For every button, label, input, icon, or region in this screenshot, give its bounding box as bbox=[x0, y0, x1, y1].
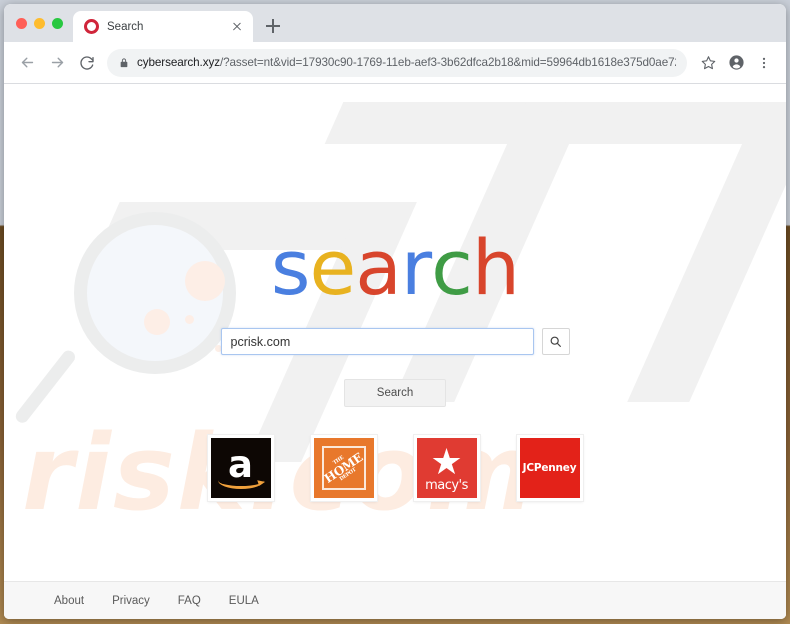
profile-avatar-icon[interactable] bbox=[723, 50, 749, 76]
arrow-right-icon[interactable] bbox=[43, 49, 71, 77]
amazon-smile-icon bbox=[217, 472, 264, 489]
logo-letter-h: h bbox=[471, 223, 520, 312]
home-depot-logo-icon: THE HOME DEPOT bbox=[313, 438, 374, 498]
address-bar[interactable]: cybersearch.xyz/?asset=nt&vid=17930c90-1… bbox=[107, 48, 687, 77]
macys-logo-icon: ★ macy's bbox=[416, 438, 477, 498]
footer-link-about[interactable]: About bbox=[54, 595, 84, 607]
crimson-ring-icon bbox=[84, 19, 99, 34]
lock-icon bbox=[119, 57, 129, 69]
minimize-window-button[interactable] bbox=[34, 17, 45, 29]
search-input[interactable] bbox=[230, 334, 524, 349]
search-input-wrapper[interactable] bbox=[220, 328, 534, 355]
close-window-button[interactable] bbox=[16, 17, 27, 29]
macys-wordmark: macy's bbox=[425, 477, 468, 493]
jcpenney-logo-icon: JCPenney bbox=[519, 438, 580, 498]
shortcut-tile-amazon[interactable]: a bbox=[207, 435, 274, 501]
shortcut-tile-jcpenney[interactable]: JCPenney bbox=[516, 435, 583, 501]
three-dot-menu-icon[interactable] bbox=[751, 50, 777, 76]
reload-icon[interactable] bbox=[73, 49, 101, 77]
footer-link-privacy[interactable]: Privacy bbox=[112, 595, 150, 607]
shortcut-tile-home-depot[interactable]: THE HOME DEPOT bbox=[310, 435, 377, 501]
browser-tab-search[interactable]: Search bbox=[73, 11, 253, 42]
logo-letter-e: e bbox=[309, 223, 357, 312]
star-icon: ★ bbox=[430, 441, 463, 483]
logo-letter-s: s bbox=[270, 223, 311, 312]
logo-letter-c: c bbox=[431, 223, 473, 312]
close-icon[interactable] bbox=[229, 19, 245, 35]
footer: About Privacy FAQ EULA bbox=[4, 581, 786, 619]
search-logo: search bbox=[270, 223, 520, 312]
magnifier-icon[interactable] bbox=[541, 328, 570, 355]
browser-window: Search cybersearch.xyz/?asset=nt&vid=179… bbox=[4, 4, 786, 619]
star-icon[interactable] bbox=[695, 50, 721, 76]
shortcut-tile-macys[interactable]: ★ macy's bbox=[413, 435, 480, 501]
footer-link-eula[interactable]: EULA bbox=[229, 595, 259, 607]
maximize-window-button[interactable] bbox=[52, 17, 63, 29]
logo-letter-r: r bbox=[400, 223, 432, 312]
arrow-left-icon[interactable] bbox=[13, 49, 41, 77]
browser-toolbar: cybersearch.xyz/?asset=nt&vid=17930c90-1… bbox=[4, 42, 786, 84]
url-text: cybersearch.xyz/?asset=nt&vid=17930c90-1… bbox=[137, 56, 676, 69]
window-controls bbox=[14, 4, 73, 42]
jcpenney-wordmark: JCPenney bbox=[522, 462, 577, 474]
search-button[interactable]: Search bbox=[343, 379, 447, 407]
logo-letter-a: a bbox=[355, 223, 402, 312]
search-home-content: search Search a bbox=[4, 84, 786, 501]
page-content: risk.com search Search a bbox=[4, 84, 786, 619]
shortcut-tiles: a THE HOME DEPOT ★ macy's JCPenney bbox=[207, 435, 583, 501]
tab-title: Search bbox=[107, 20, 144, 33]
footer-link-faq[interactable]: FAQ bbox=[178, 595, 201, 607]
amazon-logo-icon: a bbox=[210, 438, 271, 498]
new-tab-button[interactable] bbox=[259, 12, 287, 40]
url-path: /?asset=nt&vid=17930c90-1769-11eb-aef3-3… bbox=[219, 56, 676, 69]
url-host: cybersearch.xyz bbox=[137, 56, 220, 69]
search-row bbox=[220, 328, 570, 355]
tab-strip: Search bbox=[4, 4, 786, 42]
